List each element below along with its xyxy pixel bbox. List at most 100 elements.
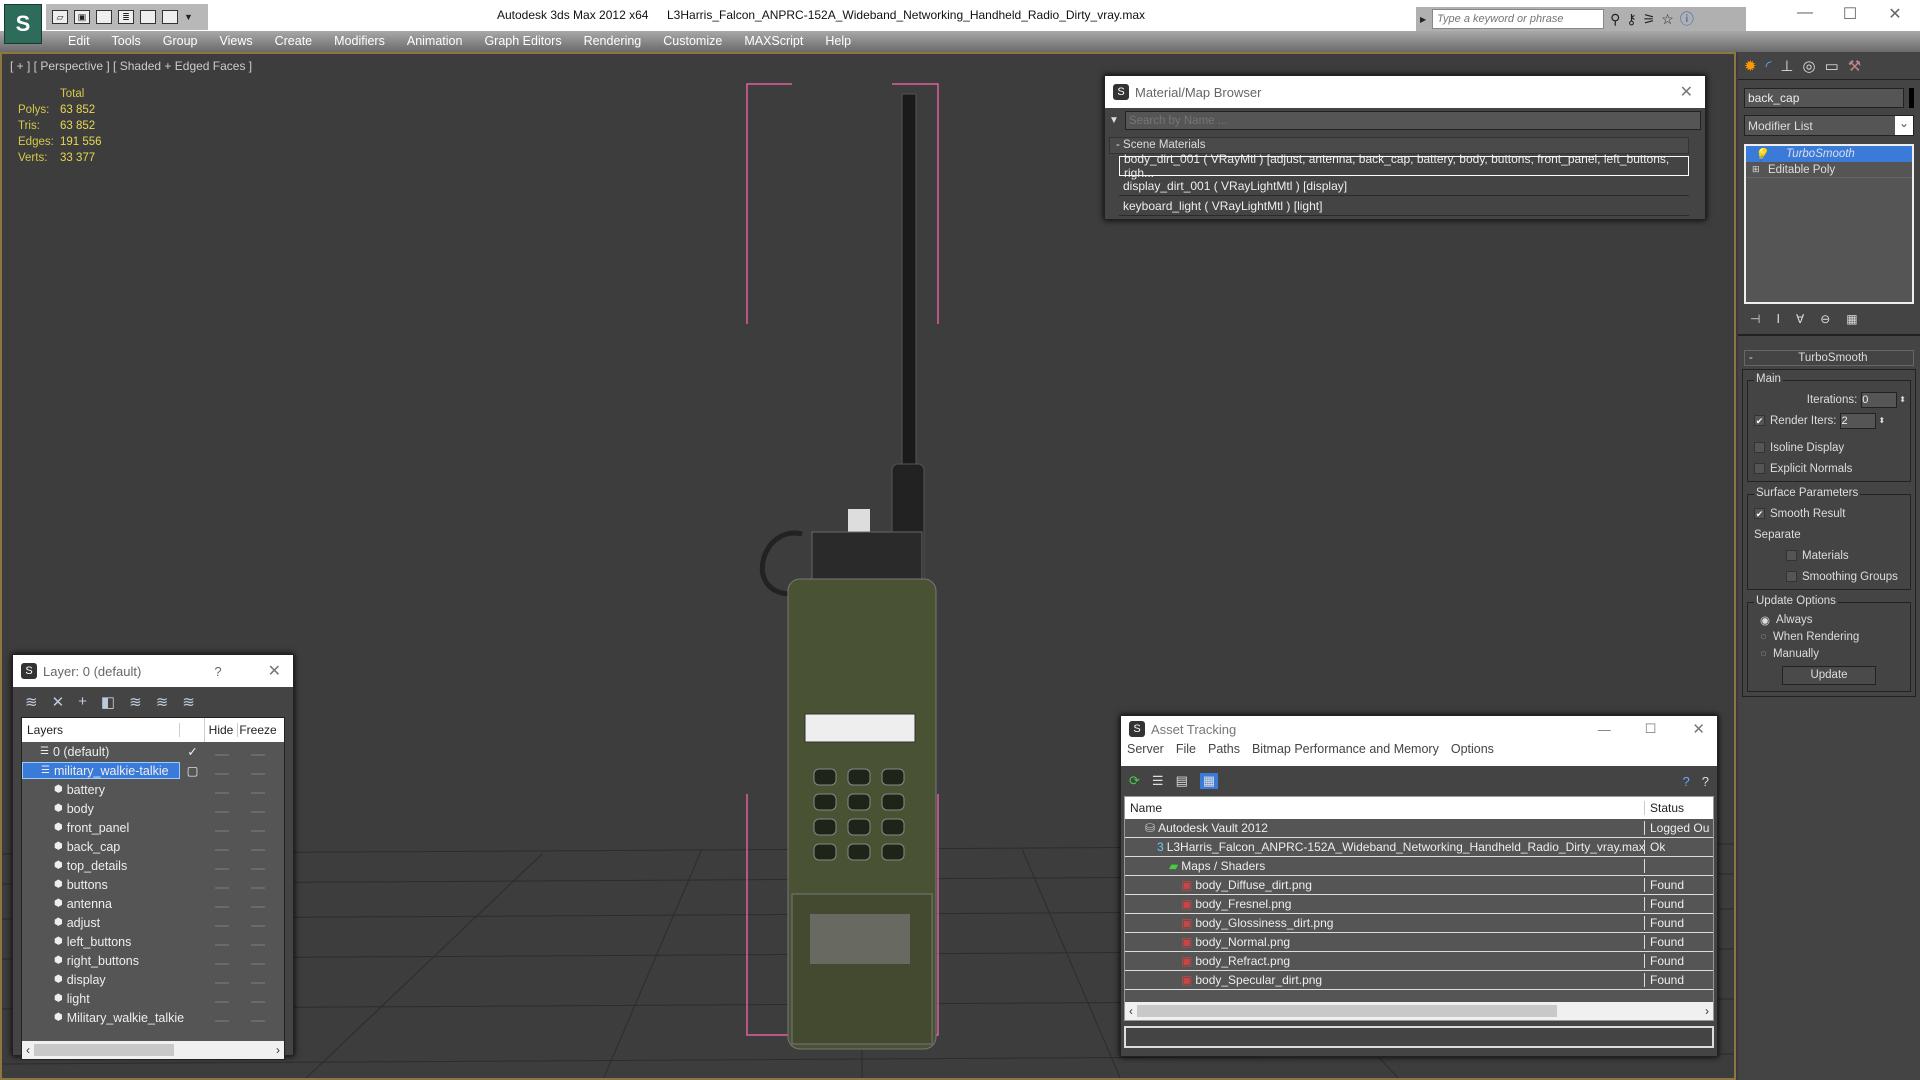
redo-icon[interactable] (140, 10, 156, 24)
object-name-input[interactable] (1744, 88, 1904, 108)
column-name[interactable]: Name (1125, 801, 1645, 815)
freeze-toggle[interactable] (238, 916, 278, 930)
iterations-spinner[interactable] (1861, 391, 1898, 408)
expand-icon[interactable]: ▶ (1420, 15, 1426, 24)
table-view-icon[interactable]: ▦ (1199, 773, 1219, 789)
hide-toggle[interactable] (205, 859, 238, 873)
freeze-toggle[interactable] (238, 783, 278, 797)
hide-toggle[interactable] (205, 745, 238, 759)
app-menu-button[interactable]: S (4, 4, 42, 44)
hide-toggle[interactable] (205, 916, 238, 930)
current-layer-indicator[interactable]: ✓ (180, 744, 205, 759)
column-layers[interactable]: Layers (22, 723, 180, 737)
object-row[interactable]: ⬢ left_buttons (22, 932, 284, 951)
asset-row[interactable]: 3 L3Harris_Falcon_ANPRC-152A_Wideband_Net… (1125, 838, 1713, 857)
modifier-list-dropdown[interactable]: Modifier List ⌄ (1744, 115, 1914, 136)
menu-animation[interactable]: Animation (396, 31, 474, 52)
star-icon[interactable]: ☆ (1661, 11, 1674, 28)
pin-stack-icon[interactable]: ⊣ (1750, 312, 1760, 326)
isoline-display-checkbox[interactable] (1754, 442, 1765, 453)
when-rendering-radio[interactable]: ○ (1760, 631, 1767, 643)
object-row[interactable]: ⬢ battery (22, 780, 284, 799)
lightbulb-icon[interactable]: 💡 (1746, 147, 1786, 161)
freeze-toggle[interactable] (238, 954, 278, 968)
menu-graph-editors[interactable]: Graph Editors (473, 31, 572, 52)
object-row[interactable]: ⬢ Military_walkie_talkie (22, 1008, 284, 1027)
hide-toggle[interactable] (205, 783, 238, 797)
object-row[interactable]: ⬢ display (22, 970, 284, 989)
keyword-search-input[interactable] (1432, 9, 1605, 29)
spinner-arrows-icon[interactable]: ⬍ (1899, 395, 1906, 404)
freeze-toggle[interactable] (238, 973, 278, 987)
object-row[interactable]: ⬢ top_details (22, 856, 284, 875)
close-button[interactable]: ✕ (1880, 4, 1910, 24)
menu-create[interactable]: Create (264, 31, 324, 52)
layer-row-default[interactable]: ☰ 0 (default) ✓ (22, 742, 284, 761)
hide-toggle[interactable] (205, 764, 238, 778)
menu-options[interactable]: Options (1451, 742, 1494, 756)
help-icon[interactable]: ⓘ (1680, 9, 1694, 29)
asset-row[interactable]: ▣ body_Fresnel.png Found (1125, 895, 1713, 914)
display-tab-icon[interactable]: ▭ (1825, 57, 1839, 75)
freeze-toggle[interactable] (238, 1011, 278, 1025)
maximize-button[interactable]: ☐ (1645, 721, 1657, 737)
context-help-icon[interactable]: ? (1702, 774, 1709, 789)
chevron-down-icon[interactable]: ⌄ (1895, 116, 1913, 135)
menu-server[interactable]: Server (1127, 742, 1164, 756)
freeze-toggle[interactable] (238, 859, 278, 873)
maximize-button[interactable]: ☐ (1835, 4, 1865, 24)
object-row[interactable]: ⬢ buttons (22, 875, 284, 894)
set-current-icon[interactable]: ≋ (156, 693, 169, 711)
utilities-tab-icon[interactable]: ⚒ (1848, 57, 1861, 75)
asset-row[interactable]: ▣ body_Diffuse_dirt.png Found (1125, 876, 1713, 895)
tree-view-icon[interactable]: ▤ (1176, 773, 1188, 789)
smoothing-groups-checkbox[interactable] (1786, 571, 1797, 582)
minimize-button[interactable]: — (1790, 4, 1820, 22)
asset-row[interactable]: ⛁ Autodesk Vault 2012 Logged Ou (1125, 819, 1713, 838)
freeze-toggle[interactable] (238, 745, 278, 759)
manually-radio[interactable]: ○ (1760, 648, 1767, 660)
freeze-toggle[interactable] (238, 878, 278, 892)
render-iters-spinner[interactable] (1840, 412, 1877, 429)
menu-maxscript[interactable]: MAXScript (733, 31, 814, 52)
asset-row[interactable]: ▣ body_Normal.png Found (1125, 933, 1713, 952)
hide-toggle[interactable] (205, 840, 238, 854)
freeze-toggle[interactable] (238, 897, 278, 911)
explicit-normals-checkbox[interactable] (1754, 463, 1765, 474)
smooth-result-checkbox[interactable]: ✔ (1754, 508, 1765, 519)
minimize-button[interactable]: — (1598, 722, 1611, 737)
menu-customize[interactable]: Customize (652, 31, 733, 52)
materials-checkbox[interactable] (1786, 550, 1797, 561)
freeze-toggle[interactable] (238, 840, 278, 854)
close-icon[interactable]: ✕ (268, 661, 281, 681)
hide-toggle[interactable] (205, 802, 238, 816)
hierarchy-tab-icon[interactable]: ⊥ (1780, 57, 1793, 75)
always-radio[interactable]: ◉ (1760, 613, 1770, 627)
hide-toggle[interactable] (205, 878, 238, 892)
menu-tools[interactable]: Tools (101, 31, 152, 52)
object-row[interactable]: ⬢ front_panel (22, 818, 284, 837)
freeze-toggle[interactable] (238, 821, 278, 835)
menu-group[interactable]: Group (152, 31, 209, 52)
new-layer-icon[interactable]: ≋ (25, 693, 38, 711)
close-icon[interactable]: ✕ (1692, 720, 1705, 738)
options-dropdown-icon[interactable]: ▼ (1109, 115, 1119, 126)
hide-toggle[interactable] (205, 954, 238, 968)
hide-toggle[interactable] (205, 973, 238, 987)
menu-bitmap-performance[interactable]: Bitmap Performance and Memory (1252, 742, 1439, 756)
horizontal-scrollbar[interactable]: ‹ › (22, 1041, 284, 1059)
hold-icon[interactable] (162, 10, 178, 24)
rollout-turbosmooth[interactable]: - TurboSmooth (1744, 350, 1914, 366)
close-icon[interactable]: ✕ (1680, 82, 1693, 102)
save-icon[interactable]: ▣ (74, 10, 90, 24)
freeze-toggle[interactable] (238, 935, 278, 949)
menu-modifiers[interactable]: Modifiers (323, 31, 396, 52)
render-iters-checkbox[interactable]: ✔ (1754, 415, 1765, 426)
asset-row[interactable]: ▣ body_Specular_dirt.png Found (1125, 971, 1713, 990)
show-end-result-icon[interactable]: Ⅰ (1776, 312, 1780, 326)
object-row[interactable]: ⬢ light (22, 989, 284, 1008)
satellite-icon[interactable]: ⚞ (1643, 11, 1656, 28)
remove-modifier-icon[interactable]: ⊖ (1820, 312, 1830, 326)
make-unique-icon[interactable]: ∀ (1796, 312, 1804, 326)
asset-row[interactable]: ▣ body_Refract.png Found (1125, 952, 1713, 971)
